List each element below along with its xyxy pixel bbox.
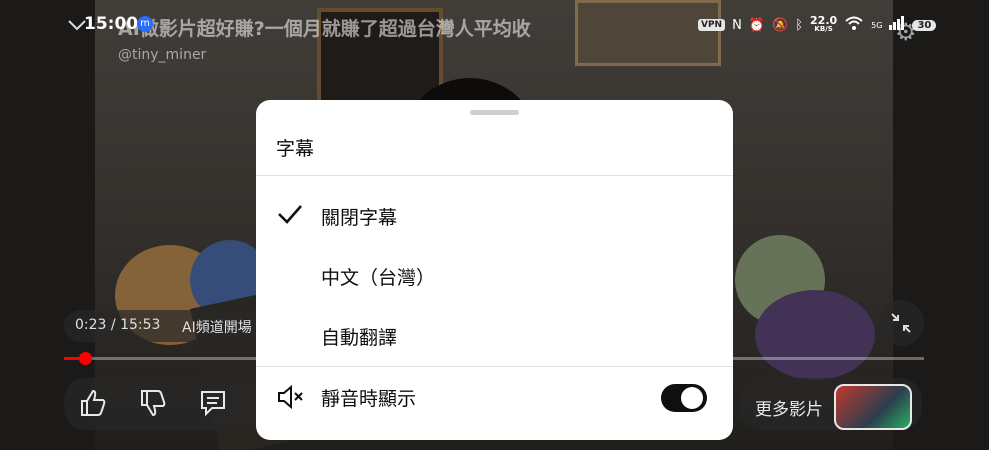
caption-option-chinese-taiwan[interactable]: 中文（台灣） bbox=[256, 246, 733, 306]
settings-icon[interactable]: ⚙ bbox=[895, 18, 917, 46]
more-videos-label[interactable]: 更多影片 bbox=[755, 395, 823, 420]
like-icon[interactable] bbox=[78, 388, 110, 420]
caption-option-label: 關閉字幕 bbox=[321, 207, 398, 229]
captions-sheet: 字幕 關閉字幕 中文（台灣） 自動翻譯 靜音時顯示 bbox=[256, 100, 733, 440]
caption-option-auto-translate[interactable]: 自動翻譯 bbox=[256, 306, 733, 366]
network-speed: 22.0 KB/S bbox=[810, 14, 838, 33]
chapter-label[interactable]: AI頻道開場 bbox=[182, 317, 252, 337]
comment-icon[interactable] bbox=[198, 388, 230, 420]
toggle-knob bbox=[681, 387, 703, 409]
caption-option-label: 自動翻譯 bbox=[321, 327, 398, 349]
check-icon bbox=[276, 200, 304, 228]
show-when-muted-toggle[interactable] bbox=[661, 384, 707, 412]
channel-handle[interactable]: @tiny_miner bbox=[118, 47, 206, 63]
nfc-icon: N bbox=[732, 17, 742, 33]
clock: 15:00 bbox=[84, 14, 139, 34]
sheet-title: 字幕 bbox=[276, 138, 315, 160]
vpn-badge: VPN bbox=[698, 19, 726, 31]
caption-option-label: 中文（台灣） bbox=[321, 267, 436, 289]
dislike-icon[interactable] bbox=[138, 388, 170, 420]
sheet-drag-handle[interactable] bbox=[470, 110, 519, 115]
exit-fullscreen-icon[interactable] bbox=[878, 300, 924, 346]
cell-signal-icon: 5G bbox=[871, 20, 883, 30]
bluetooth-icon: ᛒ bbox=[795, 17, 804, 33]
caption-option-off[interactable]: 關閉字幕 bbox=[256, 186, 733, 246]
show-when-muted-row[interactable]: 靜音時顯示 bbox=[256, 367, 733, 427]
wifi-icon bbox=[844, 15, 864, 35]
status-bar: AI做影片超好賺?一個月就賺了超過台灣人平均收 @tiny_miner 15:0… bbox=[0, 0, 989, 63]
divider bbox=[256, 175, 733, 176]
mute-icon bbox=[276, 383, 306, 411]
seek-handle[interactable] bbox=[79, 352, 92, 365]
messenger-icon: m bbox=[137, 16, 153, 32]
mute-notification-icon: 🔕 bbox=[772, 17, 789, 33]
video-title: AI做影片超好賺?一個月就賺了超過台灣人平均收 bbox=[118, 18, 531, 40]
alarm-icon: ⏰ bbox=[748, 17, 766, 33]
show-when-muted-label: 靜音時顯示 bbox=[321, 388, 417, 410]
timecode: 0:23 / 15:53 bbox=[75, 317, 161, 333]
more-videos-thumbnail[interactable] bbox=[834, 384, 912, 430]
